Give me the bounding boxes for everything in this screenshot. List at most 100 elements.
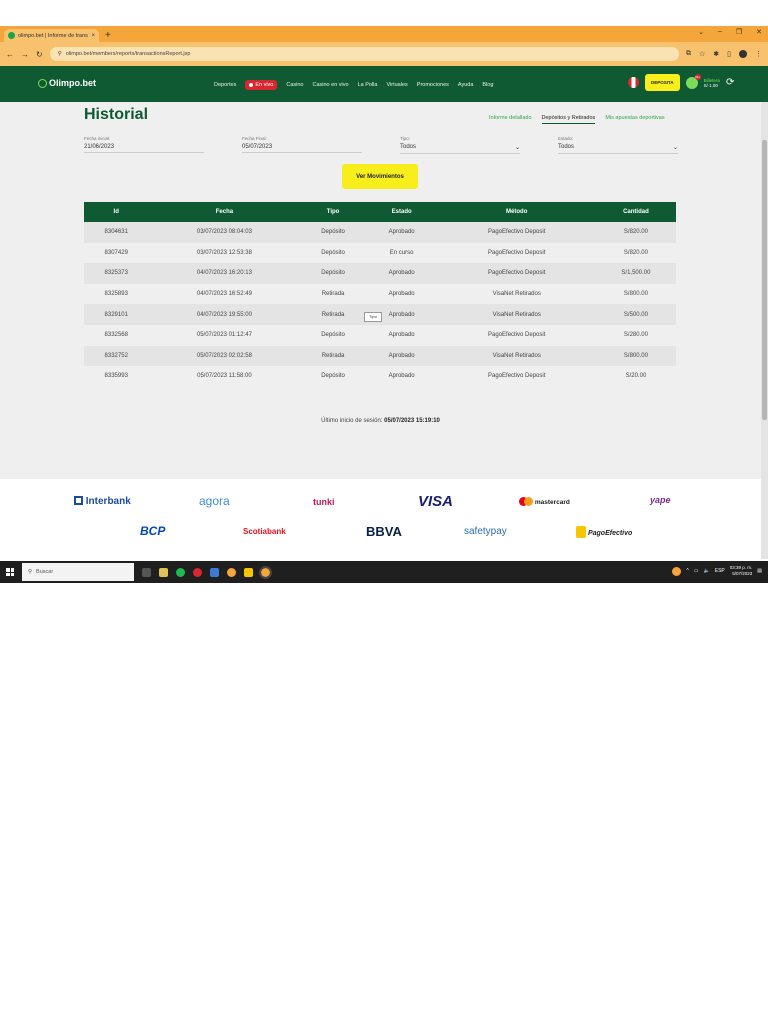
url-input[interactable]: ⚲ olimpo.bet/members/reports/transaction… bbox=[49, 47, 679, 61]
deposit-button[interactable]: DEPOSITA bbox=[645, 74, 680, 91]
sidepanel-icon[interactable]: ▯ bbox=[727, 50, 731, 58]
fecha-final-value: 05/07/2023 bbox=[242, 144, 273, 150]
weather-icon[interactable] bbox=[672, 566, 682, 576]
close-window-button[interactable]: ✕ bbox=[756, 28, 762, 36]
estado-select[interactable]: Todos ⌄ bbox=[558, 141, 678, 154]
taskbar-search-input[interactable]: ⚲ Buscar bbox=[22, 563, 134, 581]
cell-fecha: 05/07/2023 01:12:47 bbox=[196, 332, 252, 339]
cell-fecha: 05/07/2023 02:02:58 bbox=[196, 352, 252, 359]
tab-search-icon[interactable]: ⌄ bbox=[698, 28, 704, 36]
nav-en-vivo[interactable]: En vivo bbox=[245, 80, 278, 90]
col-estado: Estado bbox=[391, 209, 412, 215]
olimpo-logo[interactable]: Olimpo.bet bbox=[38, 78, 96, 88]
nav-casino-en-vivo[interactable]: Casino en vivo bbox=[313, 82, 349, 88]
filter-fecha-final: Fecha Final: 05/07/2023 bbox=[242, 136, 362, 153]
safetypay-logo: safetypay bbox=[464, 526, 507, 537]
tab-informe-detallado[interactable]: Informe detallado bbox=[489, 115, 532, 124]
install-app-icon[interactable]: ⧉ bbox=[686, 50, 691, 58]
cell-metodo: VisaNet Retirados bbox=[492, 291, 541, 298]
logo-text: Olimpo.bet bbox=[49, 78, 96, 88]
cell-cantidad: S/820.00 bbox=[623, 229, 648, 236]
notifications-icon[interactable]: ▤ bbox=[757, 568, 762, 574]
cell-id: 8304631 bbox=[104, 229, 128, 236]
bbva-logo: BBVA bbox=[366, 524, 402, 539]
transactions-table: Id Fecha Tipo Estado Método Cantidad 830… bbox=[84, 202, 676, 387]
reload-icon[interactable]: ↻ bbox=[36, 50, 43, 59]
cell-metodo: PagoEfectivo Deposit bbox=[488, 332, 546, 339]
menu-kebab-icon[interactable]: ⋮ bbox=[755, 50, 762, 58]
clock[interactable]: 03:39 p. m. 5/07/2023 bbox=[730, 565, 753, 577]
windows-start-icon[interactable] bbox=[6, 568, 14, 576]
chrome-icon[interactable] bbox=[227, 567, 236, 577]
task-view-icon[interactable] bbox=[142, 567, 151, 577]
payment-footer: Interbank agora tunki VISA mastercard ya… bbox=[0, 479, 761, 559]
opera-icon[interactable] bbox=[193, 567, 202, 577]
nav-casino[interactable]: Casino bbox=[286, 82, 303, 88]
nav-la-polla[interactable]: La Polla bbox=[358, 82, 378, 88]
subtabs: Informe detallado Depósitos y Retirados … bbox=[489, 115, 665, 124]
cell-metodo: VisaNet Retirados bbox=[492, 352, 541, 359]
spotify-icon[interactable] bbox=[176, 567, 185, 577]
tab-title: olimpo.bet | Informe de transacc bbox=[18, 32, 88, 39]
notes-app-icon[interactable] bbox=[159, 567, 168, 577]
language-indicator[interactable]: ESP bbox=[715, 568, 725, 574]
page-scrollbar[interactable] bbox=[761, 102, 768, 559]
balance-display[interactable]: Billetera S/ 1.00 bbox=[704, 78, 720, 88]
yape-logo: yape bbox=[650, 495, 671, 505]
nav-blog[interactable]: Blog bbox=[482, 82, 493, 88]
url-text: olimpo.bet/members/reports/transactionsR… bbox=[65, 51, 191, 57]
col-tipo: Tipo bbox=[326, 209, 340, 215]
cell-tipo: Depósito bbox=[321, 270, 345, 277]
bookmark-star-icon[interactable]: ☆ bbox=[699, 50, 705, 58]
app-icon[interactable] bbox=[210, 567, 219, 577]
network-icon[interactable]: ▭ bbox=[694, 568, 699, 574]
browser-tab[interactable]: olimpo.bet | Informe de transacc × bbox=[4, 29, 99, 42]
cell-cantidad: S/800.00 bbox=[623, 352, 648, 359]
file-explorer-icon[interactable] bbox=[244, 567, 253, 577]
user-avatar[interactable]: 99+ bbox=[685, 73, 701, 89]
volume-icon[interactable]: 🔈 bbox=[704, 568, 710, 574]
scotiabank-logo: Scotiabank bbox=[243, 527, 286, 536]
table-row: 8307429 03/07/2023 12:53:38 Depósito En cur… bbox=[84, 242, 676, 264]
tipo-select[interactable]: Todos ⌄ bbox=[400, 141, 520, 154]
filter-tipo: Tipo: Todos ⌄ bbox=[400, 136, 520, 154]
cell-estado: Aprobado bbox=[388, 291, 415, 298]
cell-estado: En curso bbox=[389, 249, 414, 256]
tray-arrow-icon[interactable]: ^ bbox=[686, 568, 688, 574]
last-login-label: Último inicio de sesión: bbox=[321, 418, 383, 424]
table-row: 8335993 05/07/2023 11:58:00 Depósito Aproba… bbox=[84, 366, 676, 387]
new-tab-button[interactable]: + bbox=[105, 30, 111, 42]
bcp-logo: BCP bbox=[140, 524, 166, 538]
minimize-button[interactable]: – bbox=[718, 28, 722, 36]
tab-depositos-retirados[interactable]: Depósitos y Retirados bbox=[541, 115, 596, 124]
tunki-logo: tunki bbox=[313, 497, 335, 507]
site-info-icon[interactable]: ⚲ bbox=[58, 51, 62, 57]
ver-movimientos-button[interactable]: Ver Movimientos bbox=[342, 164, 418, 189]
chrome-active-icon[interactable] bbox=[259, 565, 272, 579]
nav-deportes[interactable]: Deportes bbox=[214, 82, 236, 88]
nav-virtuales[interactable]: Virtuales bbox=[386, 82, 407, 88]
cell-tipo: Depósito bbox=[321, 229, 345, 236]
table-row: 8332752 05/07/2023 02:02:58 Retirada Aproba… bbox=[84, 345, 676, 367]
nav-ayuda[interactable]: Ayuda bbox=[458, 82, 474, 88]
agora-logo: agora bbox=[199, 494, 230, 508]
back-arrow-icon[interactable]: ← bbox=[6, 50, 14, 59]
fecha-final-input[interactable]: 05/07/2023 bbox=[242, 141, 362, 153]
fecha-inicial-input[interactable]: 21/06/2023 bbox=[84, 141, 204, 153]
col-cantidad: Cantidad bbox=[623, 209, 649, 215]
cell-fecha: 04/07/2023 19:55:00 bbox=[196, 311, 252, 318]
tab-mis-apuestas[interactable]: Mis apuestas deportivas bbox=[605, 115, 664, 124]
nav-promociones[interactable]: Promociones bbox=[417, 82, 449, 88]
refresh-icon[interactable]: ⟳ bbox=[726, 77, 734, 88]
peru-flag-icon[interactable] bbox=[628, 77, 639, 88]
window-controls: ⌄ – ❐ ✕ bbox=[698, 28, 762, 36]
close-tab-icon[interactable]: × bbox=[91, 33, 95, 39]
forward-arrow-icon[interactable]: → bbox=[21, 50, 29, 59]
cell-tipo: Retirada bbox=[321, 291, 345, 298]
extensions-icon[interactable]: ✱ bbox=[713, 50, 719, 58]
scroll-thumb[interactable] bbox=[762, 140, 767, 420]
tooltip: Tipo bbox=[364, 312, 382, 322]
restore-button[interactable]: ❐ bbox=[736, 28, 742, 36]
profile-avatar[interactable] bbox=[739, 50, 747, 58]
logo-ring-icon bbox=[38, 78, 47, 88]
